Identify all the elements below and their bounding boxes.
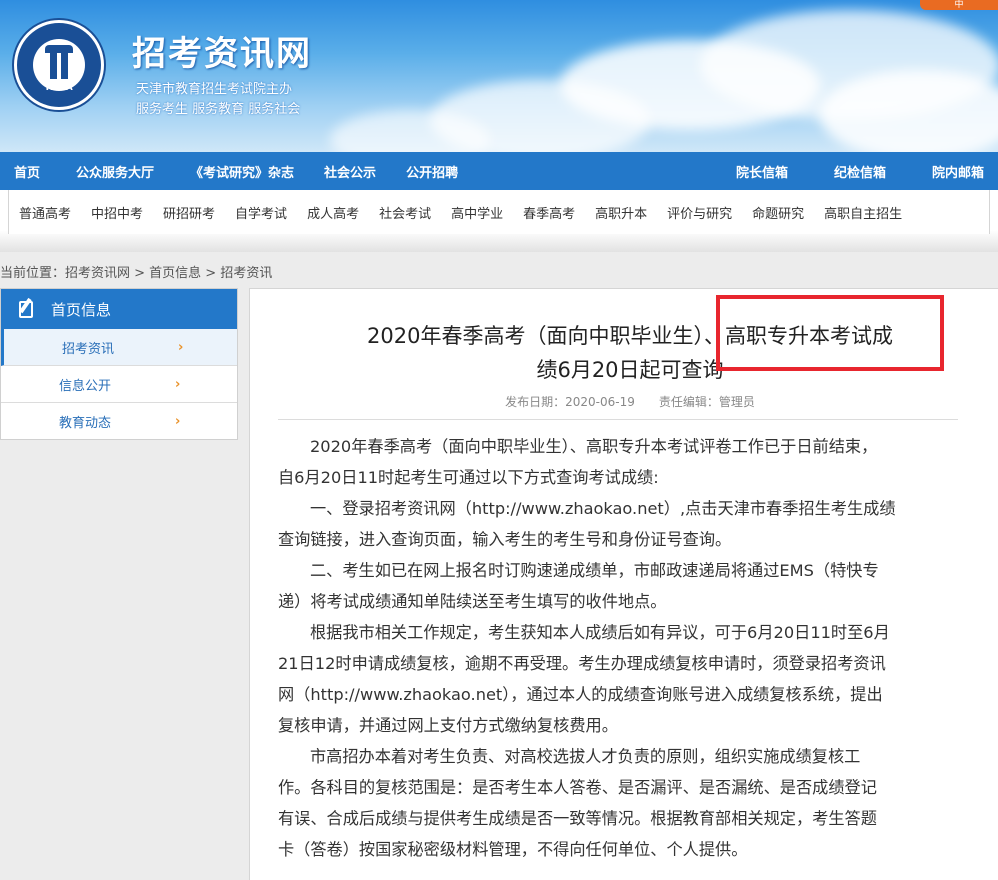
main-nav-discipline-mailbox[interactable]: 纪检信箱 xyxy=(820,162,900,181)
article-line: 复核申请，并通过网上支付方式缴纳复核费用。 xyxy=(278,716,618,735)
sidebar-header: 首页信息 xyxy=(1,289,237,329)
article-line: 市高招办本着对考生负责、对高校选拔人才负责的原则，组织实施成绩复核工 xyxy=(310,747,861,766)
chevron-right-icon: › xyxy=(175,376,181,392)
article-line: 自6月20日11时起考生可通过以下方式查询考试成绩: xyxy=(278,468,659,487)
article: 2020年春季高考（面向中职毕业生）、高职专升本考试成 绩6月20日起可查询 发… xyxy=(249,288,998,880)
taea-logo[interactable]: TAEA xyxy=(14,20,104,110)
main-nav-public-notice[interactable]: 社会公示 xyxy=(310,162,390,181)
article-body: 2020年春季高考（面向中职毕业生）、高职专升本考试评卷工作已于日前结束， 自6… xyxy=(278,431,960,865)
divider xyxy=(278,419,958,420)
article-line: 二、考生如已在网上报名时订购速递成绩单，市邮政速递局将通过EMS（特快专 xyxy=(310,561,879,580)
main-nav-home[interactable]: 首页 xyxy=(0,162,54,181)
sidebar-item-admissions-news[interactable]: 招考资讯 › xyxy=(1,329,237,366)
sidebar-item-label: 招考资讯 xyxy=(62,341,115,357)
logo-abbr: TAEA xyxy=(44,83,74,93)
sidebar-title: 首页信息 xyxy=(51,300,112,319)
site-title[interactable]: 招考资讯网 xyxy=(132,26,312,75)
main-nav-public-service[interactable]: 公众服务大厅 xyxy=(62,162,168,181)
chevron-right-icon: › xyxy=(178,339,184,355)
site-header: TAEA 招考资讯网 天津市教育招生考试院主办 服务考生 服务教育 服务社会 中 xyxy=(0,0,998,152)
main-nav-president-mailbox[interactable]: 院长信箱 xyxy=(722,162,802,181)
corner-badge[interactable]: 中 xyxy=(920,0,998,10)
sub-nav-wrapper: 普通高考 中招中考 研招研考 自学考试 成人高考 社会考试 高中学业 春季高考 … xyxy=(0,190,998,252)
edit-document-icon xyxy=(19,297,39,319)
breadcrumb: 当前位置：招考资讯网 > 首页信息 > 招考资讯 xyxy=(0,266,273,281)
sidebar-item-label: 教育动态 xyxy=(59,416,112,431)
article-line: 查询链接，进入查询页面，输入考生的考生号和身份证号查询。 xyxy=(278,530,732,549)
main-nav-recruitment[interactable]: 公开招聘 xyxy=(392,162,472,181)
sub-nav-item[interactable]: 高中学业 xyxy=(451,203,503,222)
sub-nav-item[interactable]: 自学考试 xyxy=(235,203,287,222)
sub-nav-item[interactable]: 普通高考 xyxy=(19,203,71,222)
sidebar-item-label: 信息公开 xyxy=(59,378,112,394)
sub-nav-item[interactable]: 高职自主招生 xyxy=(824,203,902,222)
sub-nav-item[interactable]: 评价与研究 xyxy=(667,203,732,222)
article-line: 网（http://www.zhaokao.net），通过本人的成绩查询账号进入成… xyxy=(278,685,883,704)
sub-nav: 普通高考 中招中考 研招研考 自学考试 成人高考 社会考试 高中学业 春季高考 … xyxy=(8,190,990,234)
chevron-right-icon: › xyxy=(175,414,181,429)
site-tagline-host: 天津市教育招生考试院主办 xyxy=(136,82,293,97)
article-line: 一、登录招考资讯网（http://www.zhaokao.net）,点击天津市春… xyxy=(310,499,896,518)
article-line: 有误、合成后成绩与提供考生成绩是否一致等情况。根据教育部相关规定，考生答题 xyxy=(278,809,877,828)
sub-nav-item[interactable]: 研招研考 xyxy=(163,203,215,222)
article-line: 作。各科目的复核范围是：是否考生本人答卷、是否漏评、是否漏统、是否成绩登记 xyxy=(278,778,877,797)
sub-nav-item[interactable]: 高职升本 xyxy=(595,203,647,222)
sub-nav-item[interactable]: 中招中考 xyxy=(91,203,143,222)
main-nav: 首页 公众服务大厅 《考试研究》杂志 社会公示 公开招聘 院长信箱 纪检信箱 院… xyxy=(0,152,998,190)
sidebar-item-education-news[interactable]: 教育动态 › xyxy=(1,403,237,440)
main-nav-internal-mailbox[interactable]: 院内邮箱 xyxy=(918,162,998,181)
article-meta: 发布日期：2020-06-19 责任编辑：管理员 xyxy=(505,395,755,409)
article-line: 卡（答卷）按国家秘密级材料管理，不得向任何单位、个人提供。 xyxy=(278,840,748,859)
site-tagline-motto: 服务考生 服务教育 服务社会 xyxy=(136,102,301,117)
sub-nav-item[interactable]: 命题研究 xyxy=(752,203,804,222)
sidebar-item-info-disclosure[interactable]: 信息公开 › xyxy=(1,366,237,403)
article-line: 21日12时申请成绩复核，逾期不再受理。考生办理成绩复核申请时，须登录招考资讯 xyxy=(278,654,886,673)
highlight-annotation-box xyxy=(716,295,944,371)
article-line: 2020年春季高考（面向中职毕业生）、高职专升本考试评卷工作已于日前结束， xyxy=(310,437,878,456)
sub-nav-item[interactable]: 成人高考 xyxy=(307,203,359,222)
sidebar: 首页信息 招考资讯 › 信息公开 › 教育动态 › xyxy=(0,288,238,440)
article-line: 根据我市相关工作规定，考生获知本人成绩后如有异议，可于6月20日11时至6月 xyxy=(310,623,890,642)
sub-nav-item[interactable]: 社会考试 xyxy=(379,203,431,222)
main-nav-journal[interactable]: 《考试研究》杂志 xyxy=(176,162,308,181)
article-line: 递）将考试成绩通知单陆续送至考生填写的收件地点。 xyxy=(278,592,667,611)
sub-nav-item[interactable]: 春季高考 xyxy=(523,203,575,222)
